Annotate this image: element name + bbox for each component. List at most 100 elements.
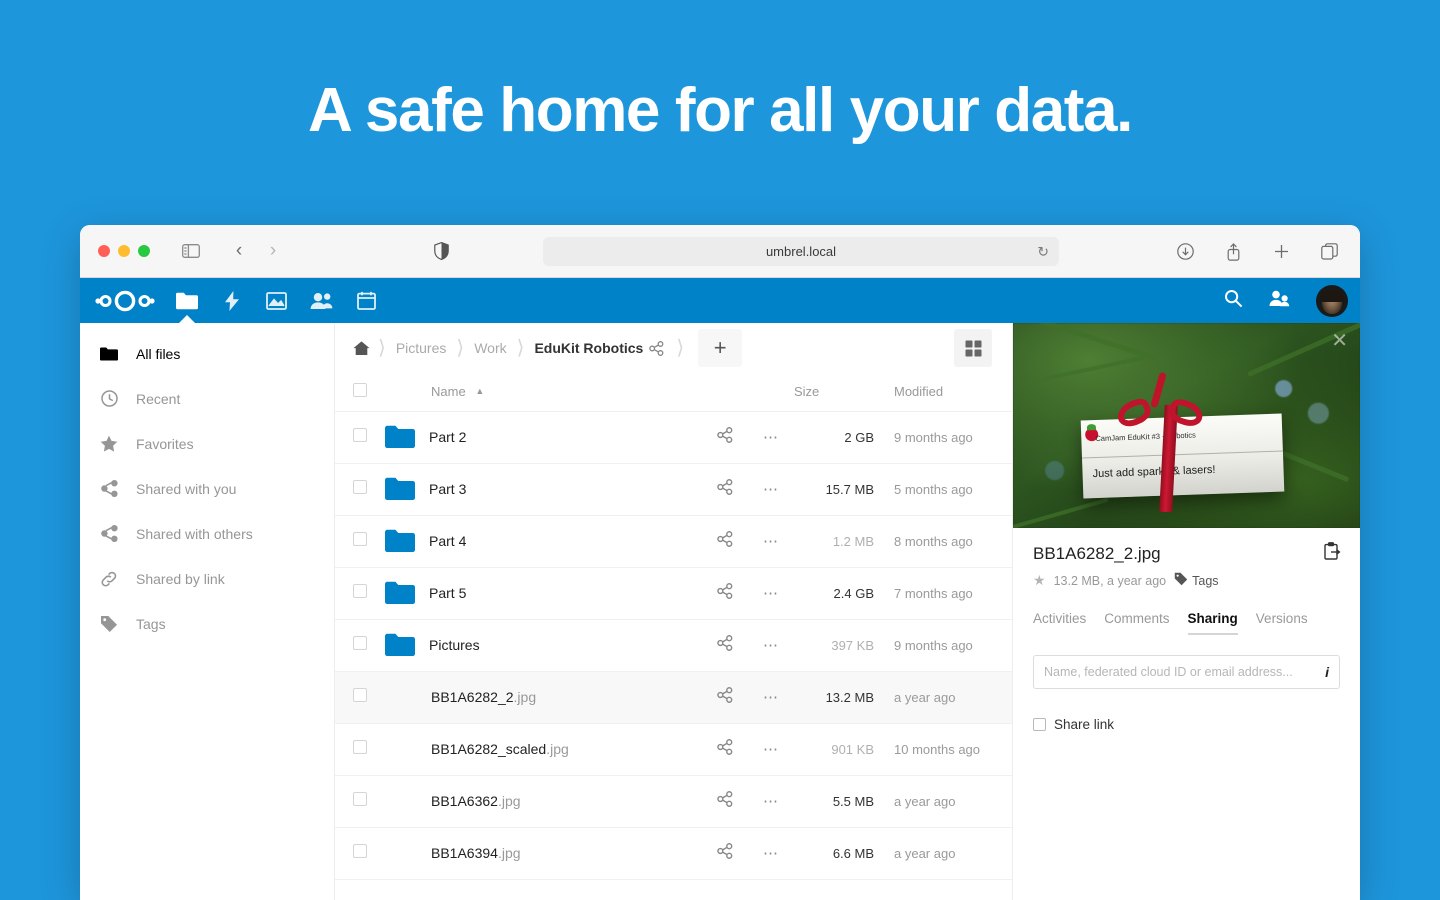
row-more-actions-button[interactable]: ⋯	[748, 671, 794, 723]
share-recipient-input[interactable]: Name, federated cloud ID or email addres…	[1033, 655, 1340, 689]
select-all-header[interactable]	[335, 373, 385, 412]
table-row[interactable]: BB1A6282_scaled.jpg ⋯ 901 KB 10 months ago	[335, 723, 1012, 775]
row-checkbox[interactable]	[353, 739, 367, 754]
row-select-cell[interactable]	[335, 827, 385, 879]
favorite-star-icon[interactable]: ★	[1033, 572, 1046, 589]
nextcloud-logo[interactable]	[94, 289, 156, 313]
row-name-cell[interactable]: Part 5	[385, 567, 702, 619]
app-icon-calendar[interactable]	[344, 278, 389, 323]
tab-overview-icon[interactable]	[1316, 239, 1342, 265]
table-row[interactable]: Pictures ⋯ 397 KB 9 months ago	[335, 619, 1012, 671]
table-row[interactable]: Part 5 ⋯ 2.4 GB 7 months ago	[335, 567, 1012, 619]
window-controls[interactable]	[98, 245, 150, 257]
row-select-cell[interactable]	[335, 671, 385, 723]
new-file-button[interactable]: +	[698, 329, 743, 367]
row-select-cell[interactable]	[335, 515, 385, 567]
sidebar-item-recent[interactable]: Recent	[80, 376, 334, 421]
row-name-cell[interactable]: Part 2	[385, 411, 702, 463]
app-icon-files[interactable]	[164, 278, 209, 323]
search-icon[interactable]	[1224, 289, 1243, 313]
row-share-button[interactable]	[702, 567, 748, 619]
copy-to-clipboard-icon[interactable]	[1323, 542, 1342, 566]
table-row[interactable]: BB1A6362.jpg ⋯ 5.5 MB a year ago	[335, 775, 1012, 827]
close-icon[interactable]: ✕	[1331, 331, 1348, 351]
sidebar-item-shared-by-link[interactable]: Shared by link	[80, 556, 334, 601]
row-name-cell[interactable]: Part 4	[385, 515, 702, 567]
row-more-actions-button[interactable]: ⋯	[748, 619, 794, 671]
sidebar-toggle-icon[interactable]	[178, 238, 204, 264]
table-row[interactable]: Part 2 ⋯ 2 GB 9 months ago	[335, 411, 1012, 463]
row-share-button[interactable]	[702, 515, 748, 567]
row-select-cell[interactable]	[335, 567, 385, 619]
row-more-actions-button[interactable]: ⋯	[748, 411, 794, 463]
row-share-button[interactable]	[702, 463, 748, 515]
row-more-actions-button[interactable]: ⋯	[748, 567, 794, 619]
row-more-actions-button[interactable]: ⋯	[748, 515, 794, 567]
column-header-name[interactable]: Name ▲	[385, 373, 702, 412]
tab-activities[interactable]: Activities	[1033, 611, 1086, 635]
forward-arrow-icon[interactable]: ›	[260, 238, 286, 264]
maximize-window-button[interactable]	[138, 245, 150, 257]
close-window-button[interactable]	[98, 245, 110, 257]
row-checkbox[interactable]	[353, 635, 367, 650]
row-select-cell[interactable]	[335, 775, 385, 827]
grid-view-icon[interactable]	[954, 329, 992, 367]
address-bar[interactable]: umbrel.local ↻	[543, 237, 1059, 266]
row-more-actions-button[interactable]: ⋯	[748, 463, 794, 515]
table-row[interactable]: BB1A6394.jpg ⋯ 6.6 MB a year ago	[335, 827, 1012, 879]
row-checkbox[interactable]	[353, 479, 367, 494]
row-more-actions-button[interactable]: ⋯	[748, 827, 794, 879]
sidebar-item-favorites[interactable]: Favorites	[80, 421, 334, 466]
row-select-cell[interactable]	[335, 411, 385, 463]
privacy-shield-icon[interactable]	[428, 238, 454, 264]
column-header-size[interactable]: Size	[794, 373, 880, 412]
breadcrumb-current[interactable]: EduKit Robotics	[532, 340, 645, 356]
row-share-button[interactable]	[702, 411, 748, 463]
breadcrumb-pictures[interactable]: Pictures	[394, 340, 449, 356]
sidebar-item-all-files[interactable]: All files	[80, 331, 334, 376]
sidebar-item-shared-with-you[interactable]: Shared with you	[80, 466, 334, 511]
tab-comments[interactable]: Comments	[1104, 611, 1169, 635]
row-name-cell[interactable]: BB1A6394.jpg	[385, 827, 702, 879]
app-icon-activity[interactable]	[209, 278, 254, 323]
reload-icon[interactable]: ↻	[1037, 243, 1049, 260]
tab-sharing[interactable]: Sharing	[1187, 611, 1238, 635]
row-select-cell[interactable]	[335, 463, 385, 515]
share-icon[interactable]	[1220, 239, 1246, 265]
tab-versions[interactable]: Versions	[1256, 611, 1308, 635]
sidebar-item-tags[interactable]: Tags	[80, 601, 334, 646]
row-name-cell[interactable]: BB1A6362.jpg	[385, 775, 702, 827]
row-share-button[interactable]	[702, 775, 748, 827]
app-icon-contacts[interactable]	[299, 278, 344, 323]
select-all-checkbox[interactable]	[353, 383, 367, 398]
navigation-arrows[interactable]: ‹ ›	[226, 238, 286, 264]
row-more-actions-button[interactable]: ⋯	[748, 723, 794, 775]
row-checkbox[interactable]	[353, 843, 367, 858]
back-arrow-icon[interactable]: ‹	[226, 238, 252, 264]
breadcrumb-share-icon[interactable]	[645, 340, 668, 356]
file-preview-image[interactable]: CamJam EduKit #3 - Robotics Just add spa…	[1013, 323, 1360, 528]
avatar[interactable]	[1316, 284, 1348, 317]
row-name-cell[interactable]: Pictures	[385, 619, 702, 671]
row-name-cell[interactable]: BB1A6282_2.jpg	[385, 671, 702, 723]
row-share-button[interactable]	[702, 723, 748, 775]
contacts-menu-icon[interactable]	[1269, 290, 1290, 312]
row-checkbox[interactable]	[353, 687, 367, 702]
row-checkbox[interactable]	[353, 427, 367, 442]
table-row[interactable]: BB1A6282_2.jpg ⋯ 13.2 MB a year ago	[335, 671, 1012, 723]
details-tags-button[interactable]: Tags	[1174, 572, 1219, 589]
row-checkbox[interactable]	[353, 583, 367, 598]
share-link-checkbox[interactable]	[1033, 718, 1046, 731]
share-link-option[interactable]: Share link	[1033, 717, 1340, 732]
info-icon[interactable]: i	[1325, 664, 1329, 680]
new-tab-plus-icon[interactable]	[1268, 239, 1294, 265]
row-share-button[interactable]	[702, 671, 748, 723]
column-header-modified[interactable]: Modified	[880, 373, 1012, 412]
row-checkbox[interactable]	[353, 791, 367, 806]
download-icon[interactable]	[1172, 239, 1198, 265]
minimize-window-button[interactable]	[118, 245, 130, 257]
row-share-button[interactable]	[702, 827, 748, 879]
row-name-cell[interactable]: BB1A6282_scaled.jpg	[385, 723, 702, 775]
home-icon[interactable]	[353, 340, 370, 356]
sidebar-item-shared-with-others[interactable]: Shared with others	[80, 511, 334, 556]
